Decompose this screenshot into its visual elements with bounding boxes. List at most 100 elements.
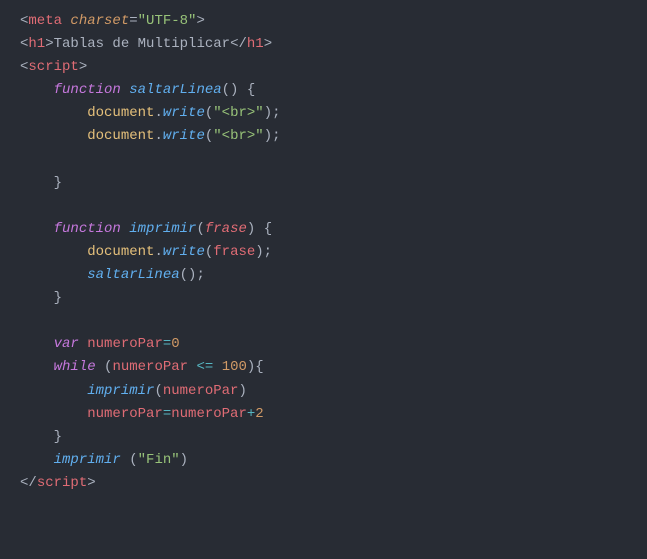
code-token: "UTF-8" <box>138 13 197 29</box>
code-token <box>79 336 87 352</box>
code-token: } <box>54 290 62 306</box>
code-token: frase <box>213 244 255 260</box>
code-token: write <box>163 128 205 144</box>
code-token: numeroPar <box>87 336 163 352</box>
code-line[interactable] <box>20 310 627 333</box>
code-token: () <box>222 82 239 98</box>
code-line[interactable]: while (numeroPar <= 100){ <box>20 356 627 379</box>
code-token: ); <box>255 244 272 260</box>
code-token: } <box>54 175 62 191</box>
code-token <box>20 452 54 468</box>
code-token: ( <box>205 128 213 144</box>
code-token: ( <box>205 105 213 121</box>
code-token: imprimir <box>129 221 196 237</box>
code-line[interactable]: saltarLinea(); <box>20 264 627 287</box>
code-line[interactable]: } <box>20 287 627 310</box>
code-token: . <box>154 128 162 144</box>
code-token: > <box>45 36 53 52</box>
code-token: imprimir <box>54 452 121 468</box>
code-token <box>20 221 54 237</box>
code-token: script <box>28 59 78 75</box>
code-token: numeroPar <box>87 406 163 422</box>
code-token: . <box>154 105 162 121</box>
code-token: 2 <box>255 406 263 422</box>
code-token: > <box>264 36 272 52</box>
code-line[interactable]: <script> <box>20 56 627 79</box>
code-token: function <box>54 82 121 98</box>
code-token: document <box>87 105 154 121</box>
code-token: ); <box>264 105 281 121</box>
code-token: ( <box>129 452 137 468</box>
code-line[interactable]: document.write(frase); <box>20 241 627 264</box>
code-token: numeroPar <box>112 359 188 375</box>
code-token <box>20 359 54 375</box>
code-token: { <box>264 221 272 237</box>
code-line[interactable] <box>20 149 627 172</box>
code-token <box>96 359 104 375</box>
code-token: ); <box>264 128 281 144</box>
code-token: var <box>54 336 79 352</box>
code-token: > <box>87 475 95 491</box>
code-token: script <box>37 475 87 491</box>
code-token <box>121 221 129 237</box>
code-token <box>20 336 54 352</box>
code-token: ( <box>196 221 204 237</box>
code-token <box>20 267 87 283</box>
code-token <box>20 406 87 422</box>
code-token: ) <box>238 383 246 399</box>
code-line[interactable]: document.write("<br>"); <box>20 102 627 125</box>
code-token: meta <box>28 13 62 29</box>
code-editor[interactable]: <meta charset="UTF-8"><h1>Tablas de Mult… <box>20 10 627 495</box>
code-token: ){ <box>247 359 264 375</box>
code-token <box>121 82 129 98</box>
code-line[interactable]: <h1>Tablas de Multiplicar</h1> <box>20 33 627 56</box>
code-token <box>20 82 54 98</box>
code-line[interactable]: imprimir ("Fin") <box>20 449 627 472</box>
code-token: h1 <box>28 36 45 52</box>
code-token: document <box>87 244 154 260</box>
code-token: = <box>129 13 137 29</box>
code-token: function <box>54 221 121 237</box>
code-token: (); <box>180 267 205 283</box>
code-token: h1 <box>247 36 264 52</box>
code-token: while <box>54 359 96 375</box>
code-line[interactable]: } <box>20 172 627 195</box>
code-token: } <box>54 429 62 445</box>
code-token <box>20 429 54 445</box>
code-line[interactable]: <meta charset="UTF-8"> <box>20 10 627 33</box>
code-token: saltarLinea <box>129 82 221 98</box>
code-token <box>20 383 87 399</box>
code-token: = <box>163 336 171 352</box>
code-line[interactable]: var numeroPar=0 <box>20 333 627 356</box>
code-token: > <box>196 13 204 29</box>
code-line[interactable]: imprimir(numeroPar) <box>20 380 627 403</box>
code-token: write <box>163 105 205 121</box>
code-line[interactable]: function imprimir(frase) { <box>20 218 627 241</box>
code-token: </ <box>20 475 37 491</box>
code-token: write <box>163 244 205 260</box>
code-token <box>255 221 263 237</box>
code-line[interactable] <box>20 195 627 218</box>
code-token <box>20 128 87 144</box>
code-line[interactable]: numeroPar=numeroPar+2 <box>20 403 627 426</box>
code-token: saltarLinea <box>87 267 179 283</box>
code-token: numeroPar <box>163 383 239 399</box>
code-token: ( <box>154 383 162 399</box>
code-token: "Fin" <box>138 452 180 468</box>
code-token: imprimir <box>87 383 154 399</box>
code-token <box>121 452 129 468</box>
code-token: </ <box>230 36 247 52</box>
code-token: > <box>79 59 87 75</box>
code-token <box>20 244 87 260</box>
code-token: ( <box>205 244 213 260</box>
code-token <box>213 359 221 375</box>
code-token: 0 <box>171 336 179 352</box>
code-line[interactable]: } <box>20 426 627 449</box>
code-token: "<br>" <box>213 128 263 144</box>
code-line[interactable]: document.write("<br>"); <box>20 125 627 148</box>
code-token <box>20 175 54 191</box>
code-token: ) <box>180 452 188 468</box>
code-line[interactable]: </script> <box>20 472 627 495</box>
code-token <box>20 105 87 121</box>
code-line[interactable]: function saltarLinea() { <box>20 79 627 102</box>
